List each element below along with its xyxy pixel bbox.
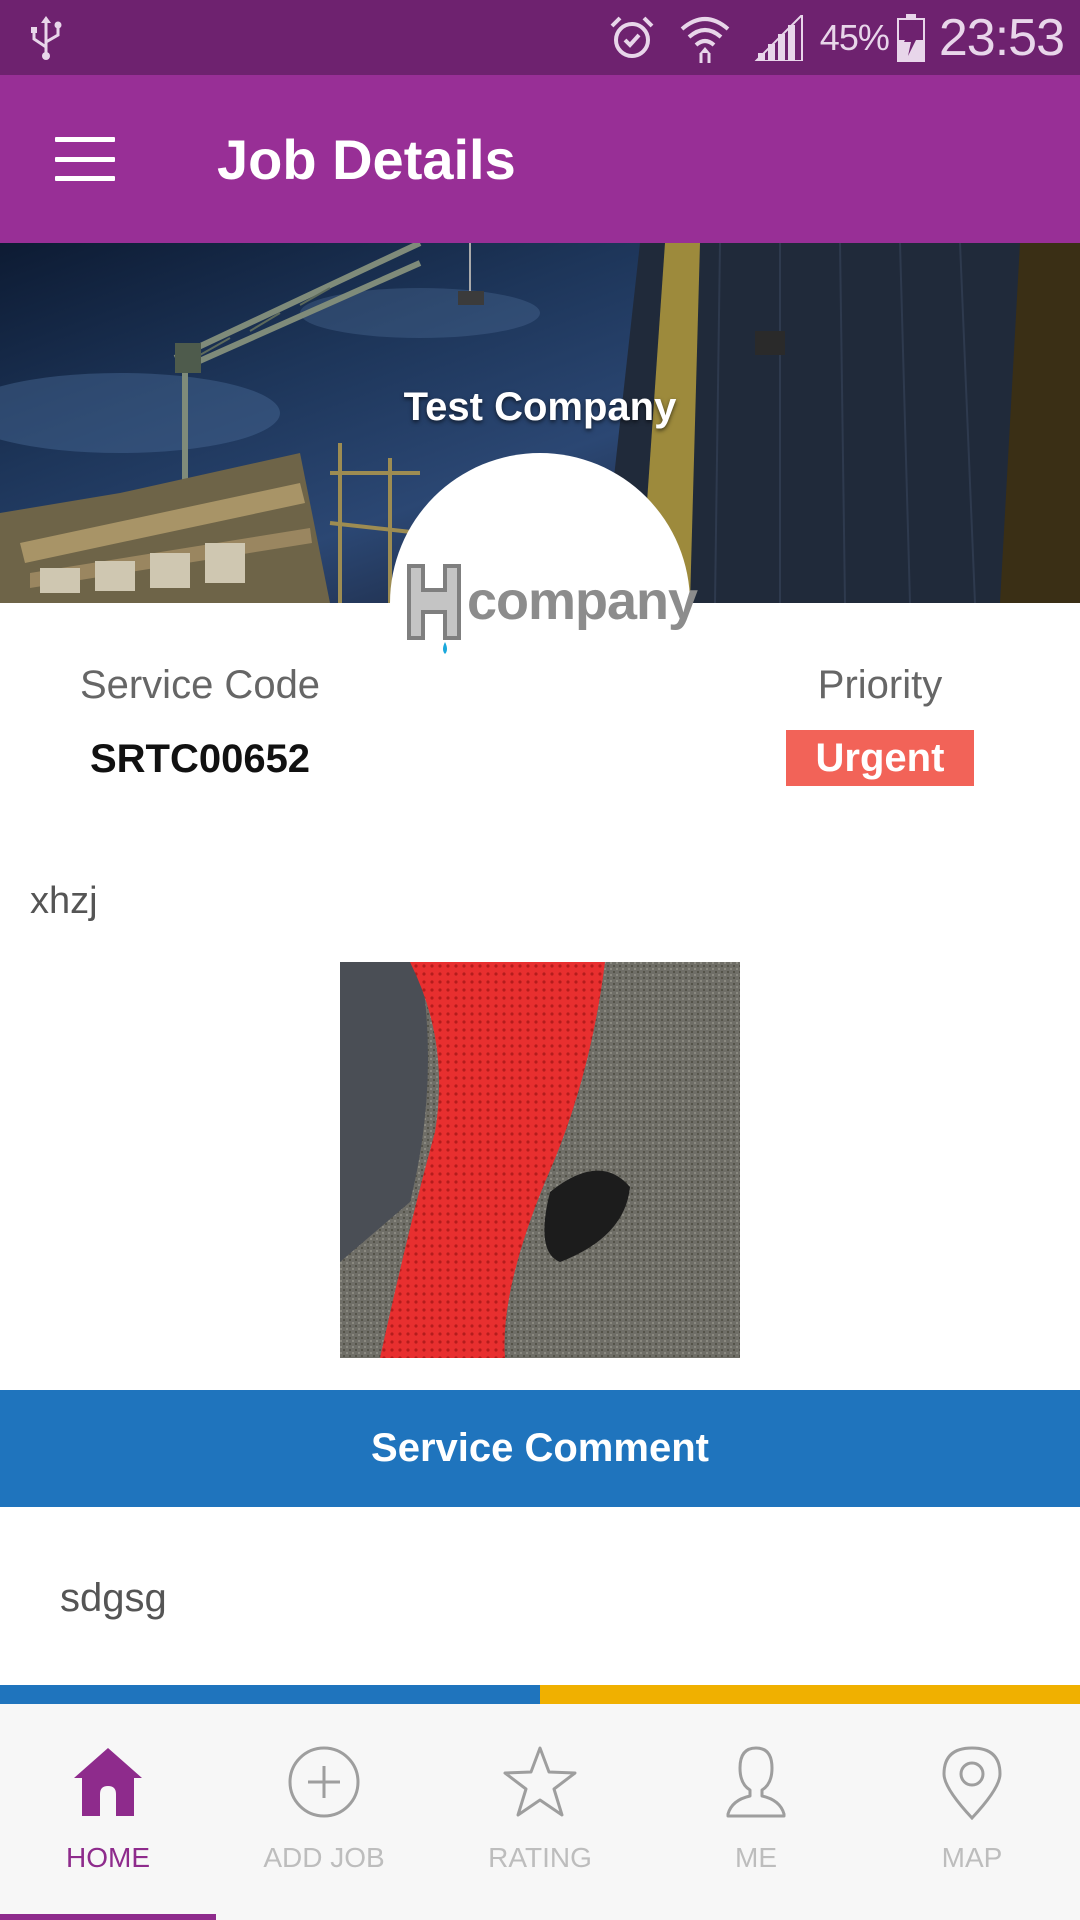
wifi-icon — [678, 13, 732, 63]
page-title: Job Details — [217, 127, 516, 191]
active-tab-indicator — [0, 1914, 216, 1920]
nav-add-job[interactable]: ADD JOB — [216, 1704, 432, 1920]
priority-badge: Urgent — [786, 730, 974, 786]
company-name: Test Company — [403, 385, 677, 429]
job-photo-image — [340, 962, 740, 1358]
job-description: xhzj — [30, 880, 98, 922]
star-icon — [500, 1742, 580, 1822]
service-code-value: SRTC00652 — [89, 737, 311, 781]
add-circle-icon — [284, 1742, 364, 1822]
priority-label: Priority — [817, 663, 943, 707]
battery-charging-icon — [896, 13, 925, 62]
battery-percentage: 45% — [819, 16, 890, 58]
alarm-icon — [608, 14, 656, 62]
bottom-navigation: HOME ADD JOB RATING ME MAP — [0, 1704, 1080, 1920]
h-logo-icon — [407, 564, 461, 654]
nav-home-label: HOME — [66, 1842, 150, 1873]
logo-text: company — [467, 571, 698, 631]
home-icon — [68, 1742, 148, 1822]
nav-map-label: MAP — [941, 1842, 1003, 1873]
nav-rating[interactable]: RATING — [432, 1704, 648, 1920]
map-pin-icon — [932, 1742, 1012, 1822]
service-comment-header: Service Comment — [0, 1390, 1080, 1507]
app-bar: Job Details — [0, 75, 1080, 243]
person-icon — [716, 1742, 796, 1822]
divider-yellow — [540, 1685, 1080, 1704]
nav-rating-label: RATING — [488, 1842, 592, 1873]
nav-me[interactable]: ME — [648, 1704, 864, 1920]
nav-map[interactable]: MAP — [864, 1704, 1080, 1920]
signal-icon — [754, 14, 804, 61]
status-bar: 45% 23:53 — [0, 0, 1080, 75]
status-clock: 23:53 — [938, 8, 1065, 67]
divider-blue — [0, 1685, 540, 1704]
hamburger-menu-icon[interactable] — [55, 137, 115, 181]
service-code-label: Service Code — [79, 663, 321, 707]
job-photo[interactable] — [340, 962, 740, 1358]
company-logo: company — [405, 560, 698, 670]
nav-me-label: ME — [735, 1842, 777, 1873]
service-comment-text: sdgsg — [60, 1576, 167, 1620]
nav-home[interactable]: HOME — [0, 1704, 216, 1920]
nav-add-job-label: ADD JOB — [263, 1842, 385, 1873]
usb-icon — [31, 15, 62, 60]
